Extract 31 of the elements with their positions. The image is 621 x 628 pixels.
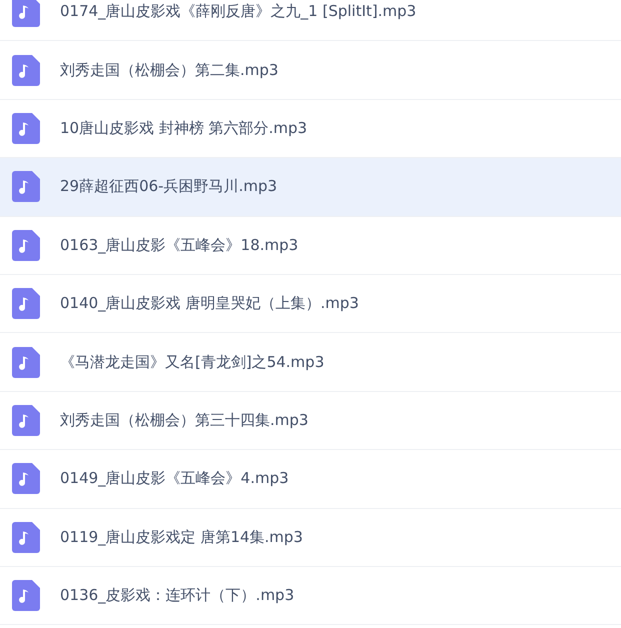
file-name: 10唐山皮影戏 封神榜 第六部分.mp3 <box>60 118 308 138</box>
file-name: 刘秀走国（松棚会）第三十四集.mp3 <box>60 410 308 430</box>
file-name: 0149_唐山皮影《五峰会》4.mp3 <box>60 469 289 488</box>
music-file-icon <box>12 463 40 494</box>
music-file-icon <box>12 54 40 86</box>
music-file-icon <box>12 346 40 378</box>
file-name: 刘秀走国（松棚会）第二集.mp3 <box>60 60 278 80</box>
file-name: 29薛超征西06-兵困野马川.mp3 <box>60 177 278 196</box>
file-row[interactable]: 0149_唐山皮影《五峰会》4.mp3 <box>0 450 621 509</box>
music-file-icon <box>12 171 40 202</box>
file-name: 0119_唐山皮影戏定 唐第14集.mp3 <box>60 528 303 547</box>
file-row[interactable]: 刘秀走国（松棚会）第二集.mp3 <box>0 41 621 100</box>
file-row[interactable]: 0136_皮影戏：连环计（下）.mp3 <box>0 566 621 626</box>
music-file-icon <box>12 404 40 436</box>
file-row[interactable]: 29薛超征西06-兵困野马川.mp3 <box>0 158 621 217</box>
music-file-icon <box>12 230 40 261</box>
file-row[interactable]: 0140_唐山皮影戏 唐明皇哭妃（上集）.mp3 <box>0 274 621 334</box>
file-name: 0140_唐山皮影戏 唐明皇哭妃（上集）.mp3 <box>60 294 359 314</box>
music-file-icon <box>12 288 40 320</box>
file-name: 《马潜龙走国》又名[青龙剑]之54.mp3 <box>60 352 324 372</box>
file-row[interactable]: 0174_唐山皮影戏《薛刚反唐》之九_1 [SplitIt].mp3 <box>0 0 621 42</box>
file-row[interactable]: 0163_唐山皮影《五峰会》18.mp3 <box>0 216 621 275</box>
music-file-icon <box>12 522 40 553</box>
music-file-icon <box>12 580 40 612</box>
file-row[interactable]: 刘秀走国（松棚会）第三十四集.mp3 <box>0 392 621 450</box>
file-name: 0174_唐山皮影戏《薛刚反唐》之九_1 [SplitIt].mp3 <box>60 2 416 22</box>
file-row[interactable]: 《马潜龙走国》又名[青龙剑]之54.mp3 <box>0 333 621 392</box>
file-name: 0163_唐山皮影《五峰会》18.mp3 <box>60 236 298 255</box>
file-name: 0136_皮影戏：连环计（下）.mp3 <box>60 586 294 606</box>
file-row[interactable]: 0119_唐山皮影戏定 唐第14集.mp3 <box>0 508 621 567</box>
music-file-icon <box>12 112 40 144</box>
